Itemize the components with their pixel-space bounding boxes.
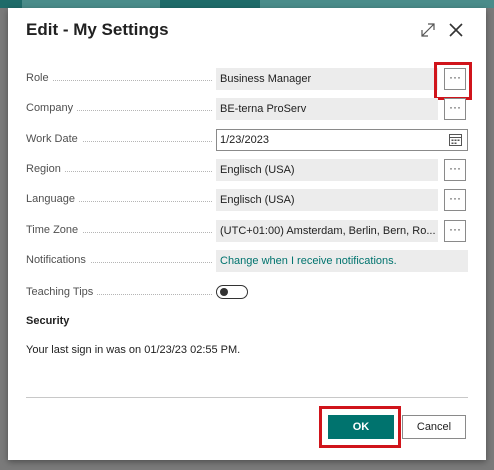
time-zone-row: Time Zone (UTC+01:00) Amsterdam, Berlin,… bbox=[26, 220, 472, 244]
close-icon[interactable] bbox=[446, 20, 466, 40]
language-label: Language bbox=[26, 193, 79, 205]
company-row: Company BE-terna ProServ ··· bbox=[26, 98, 472, 122]
settings-dialog: Edit - My Settings Role Business Manager… bbox=[8, 8, 486, 460]
company-lookup-button[interactable]: ··· bbox=[444, 98, 466, 120]
label-leader bbox=[26, 80, 212, 81]
teaching-tips-label: Teaching Tips bbox=[26, 286, 98, 298]
work-date-row: Work Date 1/23/2023 bbox=[26, 129, 472, 153]
last-signin-text: Your last sign in was on 01/23/23 02:55 … bbox=[26, 344, 241, 356]
notifications-link[interactable]: Change when I receive notifications. bbox=[216, 250, 468, 272]
work-date-label: Work Date bbox=[26, 133, 82, 145]
teaching-tips-row: Teaching Tips bbox=[26, 282, 472, 306]
expand-icon[interactable] bbox=[419, 21, 437, 39]
time-zone-field[interactable]: (UTC+01:00) Amsterdam, Berlin, Bern, Ro.… bbox=[216, 220, 438, 242]
region-lookup-button[interactable]: ··· bbox=[444, 159, 466, 181]
language-field[interactable]: Englisch (USA) bbox=[216, 189, 438, 211]
language-row: Language Englisch (USA) ··· bbox=[26, 189, 472, 213]
ok-button[interactable]: OK bbox=[328, 415, 394, 439]
notifications-row: Notifications Change when I receive noti… bbox=[26, 250, 472, 274]
footer-divider bbox=[26, 397, 468, 398]
role-label: Role bbox=[26, 72, 53, 84]
notifications-label: Notifications bbox=[26, 254, 90, 266]
company-field[interactable]: BE-terna ProServ bbox=[216, 98, 438, 120]
backdrop-tab bbox=[160, 0, 260, 8]
security-heading: Security bbox=[26, 315, 70, 327]
work-date-value: 1/23/2023 bbox=[220, 134, 269, 146]
teaching-tips-toggle[interactable] bbox=[216, 285, 248, 299]
role-row: Role Business Manager ··· bbox=[26, 62, 472, 100]
backdrop-tab bbox=[0, 0, 22, 8]
company-label: Company bbox=[26, 102, 78, 114]
time-zone-label: Time Zone bbox=[26, 224, 83, 236]
dialog-title: Edit - My Settings bbox=[26, 20, 169, 39]
region-field[interactable]: Englisch (USA) bbox=[216, 159, 438, 181]
calendar-icon[interactable] bbox=[449, 133, 462, 146]
language-lookup-button[interactable]: ··· bbox=[444, 189, 466, 211]
region-label: Region bbox=[26, 163, 65, 175]
cancel-button[interactable]: Cancel bbox=[402, 415, 466, 439]
work-date-input[interactable]: 1/23/2023 bbox=[216, 129, 468, 151]
role-field[interactable]: Business Manager bbox=[216, 68, 438, 90]
toggle-knob bbox=[220, 288, 228, 296]
time-zone-lookup-button[interactable]: ··· bbox=[444, 220, 466, 242]
role-lookup-button[interactable]: ··· bbox=[444, 68, 466, 90]
region-row: Region Englisch (USA) ··· bbox=[26, 159, 472, 183]
